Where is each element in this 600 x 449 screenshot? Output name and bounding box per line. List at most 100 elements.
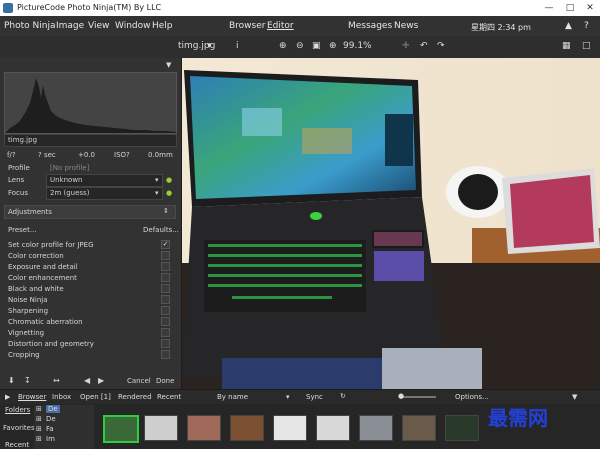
tree-item[interactable]: De (46, 415, 56, 423)
preset-button[interactable]: Preset... (8, 226, 37, 234)
play-icon[interactable]: ▶ (5, 393, 10, 401)
sort-dropdown[interactable]: By name (217, 393, 248, 401)
image-viewer[interactable] (182, 58, 600, 389)
options-button[interactable]: Options... (455, 393, 489, 401)
expand-icon[interactable]: ⊞ (36, 405, 42, 413)
checkbox-checked[interactable]: ✓ (161, 240, 170, 249)
chevron-down-icon[interactable]: ▾ (155, 176, 159, 184)
favorites-tab[interactable]: Favorites (3, 424, 35, 432)
menu-view[interactable]: View (88, 21, 109, 31)
arrow-down-icon[interactable]: ⬇ (8, 376, 15, 385)
profile-label: Profile (8, 164, 30, 172)
adjustment-item[interactable]: Noise Ninja (8, 296, 48, 304)
rotate-left-icon[interactable]: ↶ (420, 41, 428, 51)
compare-icon[interactable]: ↔ (53, 376, 60, 385)
menu-help[interactable]: Help (152, 21, 173, 31)
zoom-out-icon[interactable]: ⊖ (296, 41, 304, 51)
checkbox[interactable] (161, 273, 170, 282)
expand-icon[interactable]: ⊞ (36, 425, 42, 433)
slider-handle-icon[interactable]: ● (398, 392, 404, 400)
close-icon[interactable]: ✕ (580, 2, 600, 14)
checkbox[interactable] (161, 350, 170, 359)
checkbox[interactable] (161, 306, 170, 315)
chevron-updown-icon[interactable]: ⇕ (163, 207, 169, 215)
lens-select[interactable]: Unknown (46, 174, 163, 187)
checkbox[interactable] (161, 317, 170, 326)
tab-strip-open[interactable]: Open [1] (80, 393, 111, 401)
adjustment-item[interactable]: Chromatic aberration (8, 318, 83, 326)
rotate-right-icon[interactable]: ↷ (437, 41, 445, 51)
thumbnail[interactable] (316, 415, 350, 441)
tree-item[interactable]: Fa (46, 425, 54, 433)
adjustment-item[interactable]: Color correction (8, 252, 64, 260)
fit-icon[interactable]: ▣ (312, 41, 321, 51)
focus-select[interactable]: 2m (guess) (46, 187, 163, 200)
expand-icon[interactable]: ⊞ (36, 435, 42, 443)
tab-strip-rendered[interactable]: Rendered (118, 393, 152, 401)
adjustment-item[interactable]: Distortion and geometry (8, 340, 94, 348)
tab-strip-inbox[interactable]: Inbox (52, 393, 71, 401)
tab-editor[interactable]: Editor (267, 21, 294, 31)
tree-item[interactable]: Im (46, 435, 55, 443)
adjustment-item[interactable]: Vignetting (8, 329, 44, 337)
thumbnail[interactable] (402, 415, 436, 441)
thumbnail[interactable] (230, 415, 264, 441)
adjustment-item[interactable]: Set color profile for JPEG (8, 241, 94, 249)
fullscreen-icon[interactable]: □ (582, 41, 591, 51)
thumbnail[interactable] (359, 415, 393, 441)
refresh-icon[interactable]: ↻ (340, 392, 346, 400)
tab-messages[interactable]: Messages (348, 21, 392, 31)
minimize-icon[interactable]: — (539, 2, 559, 14)
next-icon[interactable]: ▶ (98, 376, 104, 385)
maximize-icon[interactable]: □ (560, 2, 580, 14)
adjustment-item[interactable]: Black and white (8, 285, 64, 293)
expand-icon[interactable]: ⊞ (36, 415, 42, 423)
adjustment-item[interactable]: Color enhancement (8, 274, 77, 282)
checkbox[interactable] (161, 262, 170, 271)
adjustments-header[interactable]: Adjustments ⇕ (4, 205, 176, 219)
sync-button[interactable]: Sync (306, 393, 323, 401)
chevron-down-icon[interactable]: ▾ (286, 393, 290, 401)
prev-icon[interactable]: ◀ (84, 376, 90, 385)
menu-bar: Photo Ninja Image View Window Help Brows… (0, 16, 600, 36)
defaults-button[interactable]: Defaults... (143, 226, 179, 234)
checkbox[interactable] (161, 328, 170, 337)
tab-browser[interactable]: Browser (229, 21, 265, 31)
pin-icon[interactable]: ▼ (572, 393, 577, 401)
zoom-in-icon[interactable]: ⊕ (279, 41, 287, 51)
pin-icon[interactable]: ▼ (166, 61, 171, 69)
thumbnail[interactable] (144, 415, 178, 441)
checkbox[interactable] (161, 339, 170, 348)
arrow-down-split-icon[interactable]: ↧ (24, 376, 31, 385)
chevron-down-icon[interactable]: ▾ (155, 189, 159, 197)
zoom-actual-icon[interactable]: ⊕ (329, 41, 337, 51)
grid-view-icon[interactable]: ▦ (562, 41, 571, 51)
menu-image[interactable]: Image (56, 21, 84, 31)
chevron-down-icon[interactable]: ▾ (207, 41, 212, 51)
cancel-button[interactable]: Cancel (127, 377, 151, 385)
tree-item[interactable]: De (46, 405, 60, 413)
info-icon[interactable]: i (236, 41, 239, 51)
thumb-size-slider[interactable] (400, 396, 436, 398)
help-icon[interactable]: ? (584, 21, 589, 31)
thumbnail[interactable] (445, 415, 479, 441)
eject-icon[interactable]: ▲ (565, 21, 572, 31)
adjustment-item[interactable]: Exposure and detail (8, 263, 78, 271)
tab-strip-browser[interactable]: Browser (18, 393, 46, 401)
checkbox[interactable] (161, 295, 170, 304)
adjustment-item[interactable]: Cropping (8, 351, 40, 359)
thumbnail[interactable] (273, 415, 307, 441)
checkbox[interactable] (161, 284, 170, 293)
menu-photo-ninja[interactable]: Photo Ninja (4, 21, 56, 31)
done-button[interactable]: Done (156, 377, 174, 385)
crosshair-icon[interactable]: ✚ (402, 41, 410, 51)
thumbnail[interactable] (103, 415, 139, 443)
adjustment-item[interactable]: Sharpening (8, 307, 48, 315)
tab-news[interactable]: News (394, 21, 418, 31)
recent-tab[interactable]: Recent (5, 441, 29, 449)
menu-window[interactable]: Window (115, 21, 151, 31)
folders-tab[interactable]: Folders (5, 406, 30, 414)
tab-strip-recent[interactable]: Recent (157, 393, 181, 401)
thumbnail[interactable] (187, 415, 221, 441)
checkbox[interactable] (161, 251, 170, 260)
